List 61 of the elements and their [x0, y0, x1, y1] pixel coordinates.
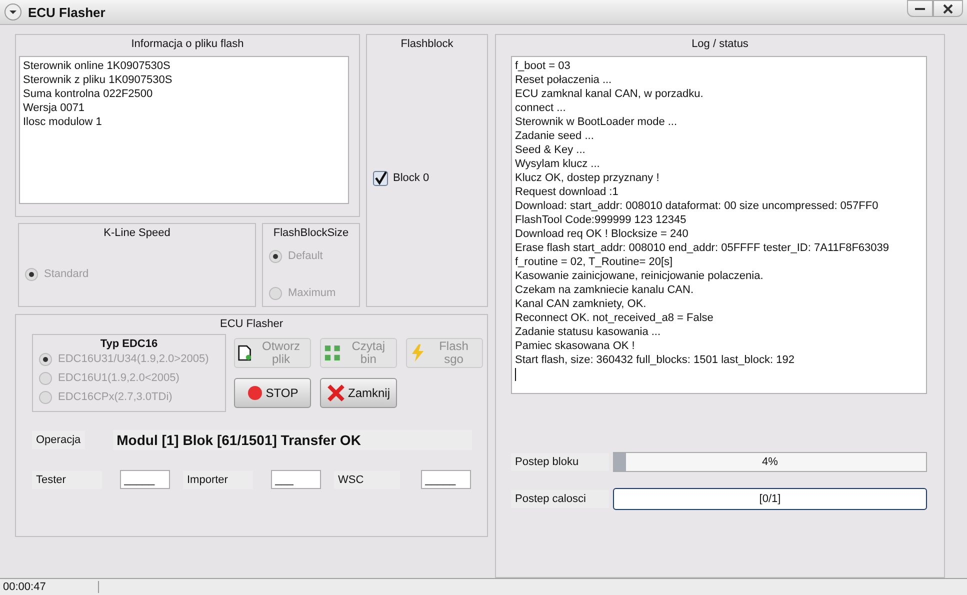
log-line: FlashTool Code:999999 123 12345 — [515, 213, 686, 227]
action-button[interactable]: Zamknij — [320, 378, 397, 408]
panel-title: Typ EDC16 — [100, 337, 158, 350]
progress-text: 4% — [762, 456, 778, 468]
panel-title: K-Line Speed — [104, 226, 170, 239]
field-label: Tester — [32, 470, 102, 488]
dropdown-menu-icon[interactable] — [4, 3, 22, 21]
elapsed-time: 00:00:47 — [3, 581, 99, 593]
log-line: Kanal CAN zamkniety, OK. — [515, 297, 646, 311]
document-icon — [238, 344, 252, 362]
input-field[interactable]: ___ — [271, 470, 321, 489]
log-line: Start flash, size: 360432 full_blocks: 1501 last_block: 192 — [515, 353, 794, 367]
progress-label: Postep calosci — [511, 490, 609, 508]
operation-status: Modul [1] Blok [61/1501] Transfer OK — [112, 430, 472, 450]
input-field[interactable]: _____ — [421, 470, 471, 489]
close-icon — [943, 4, 953, 14]
info-line: Ilosc modulow 1 — [23, 115, 102, 129]
field-label: WSC — [334, 470, 400, 488]
log-line: Seed & Key ... — [515, 143, 586, 157]
panel-title: FlashBlockSize — [273, 226, 349, 239]
log-line: Zadanie statusu kasowania ... — [515, 325, 661, 339]
close-button[interactable] — [933, 0, 963, 17]
log-line: Czekam na zamkniecie kanalu CAN. — [515, 283, 694, 297]
close-icon — [326, 384, 345, 402]
minimize-icon — [915, 6, 925, 10]
log-line: Zadanie seed ... — [515, 129, 594, 143]
panel-title: Log / status — [692, 37, 748, 50]
log-line: Klucz OK, dostep przyznany ! — [515, 171, 660, 185]
input-field[interactable]: _____ — [120, 470, 170, 489]
log-line: f_routine = 02, T_Routine= 20[s] — [515, 255, 673, 269]
log-line: Request download :1 — [515, 185, 618, 199]
info-line: Wersja 0071 — [23, 101, 85, 115]
log-line: Reconnect OK. not_received_a8 = False — [515, 311, 714, 325]
window-title: ECU Flasher — [28, 4, 106, 20]
progress-text: [0/1] — [759, 493, 781, 505]
log-line: Reset połaczenia ... — [515, 73, 612, 87]
info-line: Suma kontrolna 022F2500 — [23, 87, 153, 101]
panel-title: Informacja o pliku flash — [131, 37, 244, 50]
log-line: ECU zamknal kanal CAN, w porzadku. — [515, 87, 704, 101]
log-line: connect ... — [515, 101, 566, 115]
log-line: Pamiec skasowana OK ! — [515, 339, 635, 353]
log-line: f_boot = 03 — [515, 59, 570, 73]
log-line: Erase flash start_addr: 008010 end_addr: 05FFFF tester_ID: 7A11F8F63039 — [515, 241, 890, 255]
info-line: Sterownik online 1K0907530S — [23, 59, 170, 73]
log-line: Sterownik w BootLoader mode ... — [515, 115, 678, 129]
minimize-button[interactable] — [907, 0, 933, 17]
log-line: Download: start_addr: 008010 dataformat: 00 size uncompressed: 057FF0 — [515, 199, 878, 213]
log-line: Wysylam klucz ... — [515, 157, 600, 171]
operation-label: Operacja — [32, 431, 85, 449]
log-line: Download req OK ! Blocksize = 240 — [515, 227, 688, 241]
info-line: Sterownik z pliku 1K0907530S — [23, 73, 172, 87]
action-button[interactable]: STOP — [234, 378, 311, 408]
lightning-icon — [410, 344, 426, 362]
checkbox-icon[interactable] — [373, 170, 388, 186]
field-label: Importer — [183, 470, 253, 488]
stop-icon — [246, 385, 263, 401]
progress-label: Postep bloku — [511, 453, 609, 471]
block-checkbox[interactable]: Block 0 — [373, 170, 430, 186]
panel-title: Flashblock — [400, 37, 454, 50]
panel-title: ECU Flasher — [220, 317, 283, 330]
log-line: Kasowanie zainicjowane, reinicjowanie polaczenia. — [515, 269, 764, 283]
